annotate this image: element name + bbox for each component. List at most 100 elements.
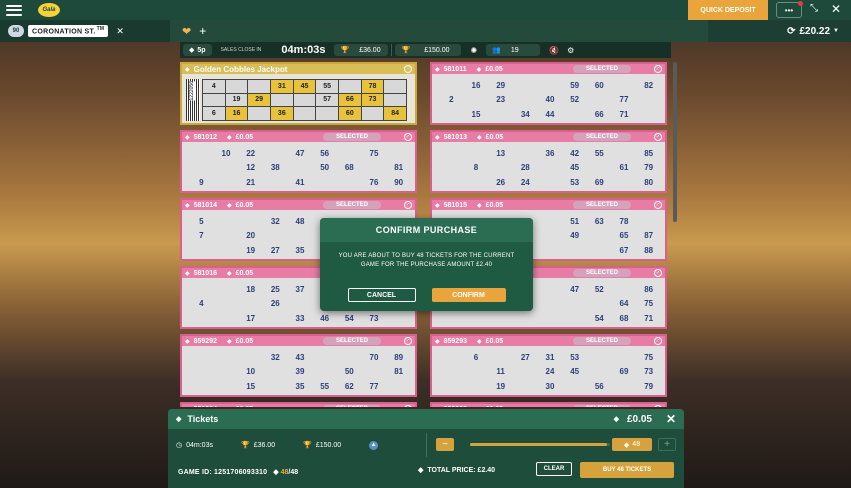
room-close-icon[interactable]: ✕: [116, 26, 124, 37]
info-icon[interactable]: i: [404, 65, 412, 73]
close-icon[interactable]: ✕: [831, 2, 841, 16]
ticket-id: 859295: [444, 406, 467, 408]
ticket-slider-handle[interactable]: ◆ 48: [612, 438, 652, 451]
ticket-number: [263, 146, 288, 161]
menu-icon[interactable]: [6, 4, 22, 16]
jackpot-cell: 55: [316, 80, 338, 93]
ticket-number: 52: [570, 95, 580, 105]
bingo-ticket[interactable]: ◆ 859295 ◆ £0.05 SELECTED ✓: [430, 402, 667, 407]
jackpot-cell: [248, 80, 270, 93]
buy-tickets-button[interactable]: BUY 48 TICKETS: [580, 462, 674, 478]
ticket-number: 36: [545, 148, 555, 158]
ticket-number: [263, 229, 288, 244]
ticket-number: [538, 214, 563, 229]
check-icon[interactable]: ✓: [654, 133, 662, 141]
ticket-number: [288, 161, 313, 176]
ticket-number: [439, 350, 464, 365]
ticket-number: [513, 146, 538, 161]
check-icon[interactable]: ✓: [404, 201, 412, 209]
confirm-button[interactable]: CONFIRM: [431, 288, 506, 302]
ticket-number: 77: [619, 95, 629, 105]
cancel-button[interactable]: CANCEL: [347, 288, 416, 302]
gala-logo[interactable]: Gala: [38, 3, 60, 17]
bingo-ticket[interactable]: ◆ 859293 ◆ £0.05 SELECTED ✓ 6 27 31 53 75 11 24 45 69 7…: [430, 334, 667, 397]
bingo-ticket[interactable]: ◆ 859292 ◆ £0.05 SELECTED ✓ 32 43 70 89 10 39 50 81 15…: [180, 334, 417, 397]
bingo-ticket[interactable]: ◆ 581011 ◆ £0.05 SELECTED ✓ 16 29 59 60 82 2 23 40 52 7…: [430, 62, 667, 125]
ticket-number: [337, 146, 362, 161]
bingo-ticket[interactable]: ◆ 581012 ◆ £0.05 SELECTED ✓ 10 22 47 56 75 12 38 50 68…: [180, 130, 417, 193]
ticket-number: 55: [594, 148, 604, 158]
ticket-number: 53: [570, 178, 580, 188]
ticket-number: [587, 350, 612, 365]
ticket-number: 21: [246, 178, 256, 188]
ticket-header: ◆ 859295 ◆ £0.05 SELECTED ✓: [432, 404, 665, 407]
ticket-number: 73: [644, 367, 654, 377]
ticket-number: [263, 175, 288, 190]
clear-button[interactable]: CLEAR: [536, 462, 572, 476]
messages-button[interactable]: •••: [776, 1, 803, 18]
ticket-number: 23: [496, 95, 506, 105]
ticket-header: ◆ 581011 ◆ £0.05 SELECTED ✓: [432, 64, 665, 74]
check-icon[interactable]: ✓: [654, 269, 662, 277]
ticket-icon: ◆: [185, 202, 190, 209]
tag-icon: ◆: [176, 416, 182, 423]
ticket-number: [214, 311, 239, 326]
bingo-ticket[interactable]: ◆ 581013 ◆ £0.05 SELECTED ✓ 13 36 42 55 85 8 28 45 61 7…: [430, 130, 667, 193]
check-icon[interactable]: ✓: [654, 65, 662, 73]
ticket-number: 2: [449, 95, 454, 105]
ticket-number: [214, 243, 239, 258]
ticket-number: 53: [570, 352, 580, 362]
ticket-id: 859294: [194, 406, 217, 408]
ticket-number: 33: [295, 314, 305, 324]
add-room-icon[interactable]: +: [199, 24, 206, 38]
ticket-number: [189, 311, 214, 326]
ticket-price: £0.05: [485, 201, 504, 209]
trophy-icon: 🏆: [303, 442, 312, 449]
ticket-number: 42: [570, 148, 580, 158]
ticket-number: 82: [644, 80, 654, 90]
ticket-scrollbar[interactable]: [673, 62, 677, 222]
tag-icon: ◆: [613, 416, 619, 423]
ticket-number: [562, 107, 587, 122]
close-icon[interactable]: ✕: [666, 412, 676, 426]
info-icon[interactable]: ▲: [369, 440, 379, 450]
ticket-number: [513, 379, 538, 394]
check-icon[interactable]: ✓: [404, 337, 412, 345]
ticket-number: 64: [619, 299, 629, 309]
ticket-icon: ◆: [185, 338, 190, 345]
refresh-icon[interactable]: ⟳: [787, 26, 795, 37]
bingo-ticket[interactable]: ◆ 859294 ◆ £0.05 SELECTED ✓: [180, 402, 417, 407]
ticket-number: 10: [246, 367, 256, 377]
ticket-number: [562, 243, 587, 258]
ticket-number: 26: [496, 178, 506, 188]
ticket-number: [214, 365, 239, 380]
ticket-number: [386, 311, 411, 326]
ticket-number: [538, 243, 563, 258]
check-icon[interactable]: ✓: [404, 405, 412, 407]
ticket-number: [513, 93, 538, 108]
increase-tickets-button[interactable]: +: [658, 438, 676, 451]
quick-deposit-button[interactable]: QUICK DEPOSIT: [688, 0, 768, 20]
ticket-number: [538, 78, 563, 93]
jackpot-ticket[interactable]: ◆ Golden Cobbles Jackpot i 1222056 4 31 45…: [180, 62, 417, 125]
settings-gear-icon[interactable]: ⚙: [565, 42, 576, 58]
ticket-number: 78: [619, 216, 629, 226]
check-icon[interactable]: ✓: [654, 405, 662, 407]
ticket-price: £0.05: [485, 65, 503, 73]
check-icon[interactable]: ✓: [404, 133, 412, 141]
expand-icon[interactable]: ⤡: [810, 3, 818, 14]
check-icon[interactable]: ✓: [654, 201, 662, 209]
prize-2-pill: 🏆 £150.00: [395, 44, 462, 56]
ticket-icon: ◆: [435, 338, 440, 345]
ticket-number: [263, 379, 288, 394]
jackpot-icon[interactable]: ✺: [464, 42, 483, 58]
favourite-heart-icon[interactable]: ❤: [182, 25, 191, 38]
decrease-tickets-button[interactable]: −: [436, 438, 454, 451]
check-icon[interactable]: ✓: [654, 337, 662, 345]
room-tab[interactable]: 90 CORONATION ST.TM ✕: [0, 20, 170, 42]
balance-display[interactable]: ⟳ £20.22 ▼: [708, 20, 851, 42]
ticket-price: £0.05: [236, 406, 254, 408]
mute-icon[interactable]: 🔇: [543, 42, 565, 58]
ticket-number: [513, 311, 538, 326]
ticket-number: 16: [471, 80, 481, 90]
